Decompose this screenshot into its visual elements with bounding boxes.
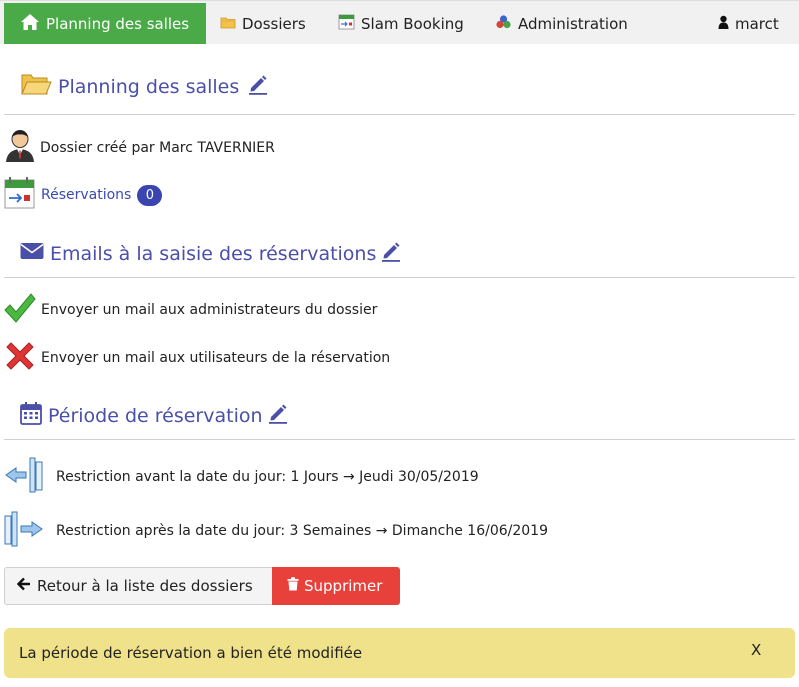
envelope-icon <box>20 241 44 266</box>
top-navbar: Planning des salles Dossiers Slam Bookin… <box>0 0 799 44</box>
divider <box>4 439 795 440</box>
page-title: Planning des salles <box>58 75 240 98</box>
admin-mail-row: Envoyer un mail aux administrateurs du d… <box>4 291 377 329</box>
restriction-after-text: Restriction après la date du jour: 3 Sem… <box>56 523 548 539</box>
edit-period-pencil-icon[interactable] <box>267 402 289 429</box>
delete-button-label: Supprimer <box>304 577 383 595</box>
nav-dossiers[interactable]: Dossiers <box>220 3 306 44</box>
period-title-row: Période de réservation <box>0 401 795 430</box>
back-button-label: Retour à la liste des dossiers <box>37 577 253 595</box>
arrow-right-boundary-icon <box>4 510 44 552</box>
success-alert: La période de réservation a bien été mod… <box>4 628 795 678</box>
restriction-before-row: Restriction avant la date du jour: 1 Jou… <box>4 456 479 498</box>
users-mail-text: Envoyer un mail aux utilisateurs de la r… <box>41 350 391 366</box>
home-icon <box>20 13 40 35</box>
nav-slam-booking[interactable]: Slam Booking <box>338 3 464 44</box>
emails-section-title: Emails à la saisie des réservations <box>50 242 377 265</box>
folder-icon <box>220 15 236 33</box>
divider <box>4 277 795 278</box>
reservations-count-badge: 0 <box>137 184 163 206</box>
nav-admin-label: Administration <box>518 14 628 33</box>
open-folder-icon <box>20 70 52 103</box>
restriction-before-text: Restriction avant la date du jour: 1 Jou… <box>56 469 479 485</box>
nav-user-label: marct <box>735 14 779 33</box>
alert-message: La période de réservation a bien été mod… <box>19 644 363 662</box>
calendar-icon <box>20 401 42 430</box>
folder-title-row: Planning des salles <box>0 70 795 103</box>
creator-text: Dossier créé par Marc TAVERNIER <box>40 140 275 156</box>
users-mail-row: Envoyer un mail aux utilisateurs de la r… <box>4 340 390 376</box>
creator-row: Dossier créé par Marc TAVERNIER <box>4 129 275 167</box>
alert-close-button[interactable]: X <box>751 641 761 659</box>
reservations-row: Réservations 0 <box>4 176 163 214</box>
arrow-left-icon <box>16 577 31 595</box>
calendar-booking-icon <box>338 13 355 34</box>
trash-icon <box>287 577 299 595</box>
nav-home-label: Planning des salles <box>46 14 190 33</box>
period-section-title: Période de réservation <box>48 404 263 427</box>
reservations-calendar-icon <box>4 176 36 214</box>
divider <box>4 114 795 115</box>
user-avatar-icon <box>4 129 36 167</box>
admin-mail-text: Envoyer un mail aux administrateurs du d… <box>41 302 378 318</box>
restriction-after-row: Restriction après la date du jour: 3 Sem… <box>4 510 548 552</box>
emails-title-row: Emails à la saisie des réservations <box>0 240 795 267</box>
checkmark-icon <box>4 291 36 329</box>
delete-button[interactable]: Supprimer <box>272 567 400 605</box>
arrow-left-boundary-icon <box>4 456 44 498</box>
back-to-list-button[interactable]: Retour à la liste des dossiers <box>4 567 272 605</box>
nav-slam-label: Slam Booking <box>361 14 464 33</box>
nav-administration[interactable]: Administration <box>495 3 628 44</box>
edit-folder-pencil-icon[interactable] <box>247 73 269 100</box>
nav-home[interactable]: Planning des salles <box>4 3 206 44</box>
nav-user[interactable]: marct <box>718 3 779 44</box>
admin-gears-icon <box>495 14 512 33</box>
reservations-link[interactable]: Réservations <box>41 187 131 203</box>
nav-dossiers-label: Dossiers <box>242 14 306 33</box>
edit-emails-pencil-icon[interactable] <box>380 240 402 267</box>
user-icon <box>718 15 729 33</box>
cross-icon <box>4 340 36 376</box>
